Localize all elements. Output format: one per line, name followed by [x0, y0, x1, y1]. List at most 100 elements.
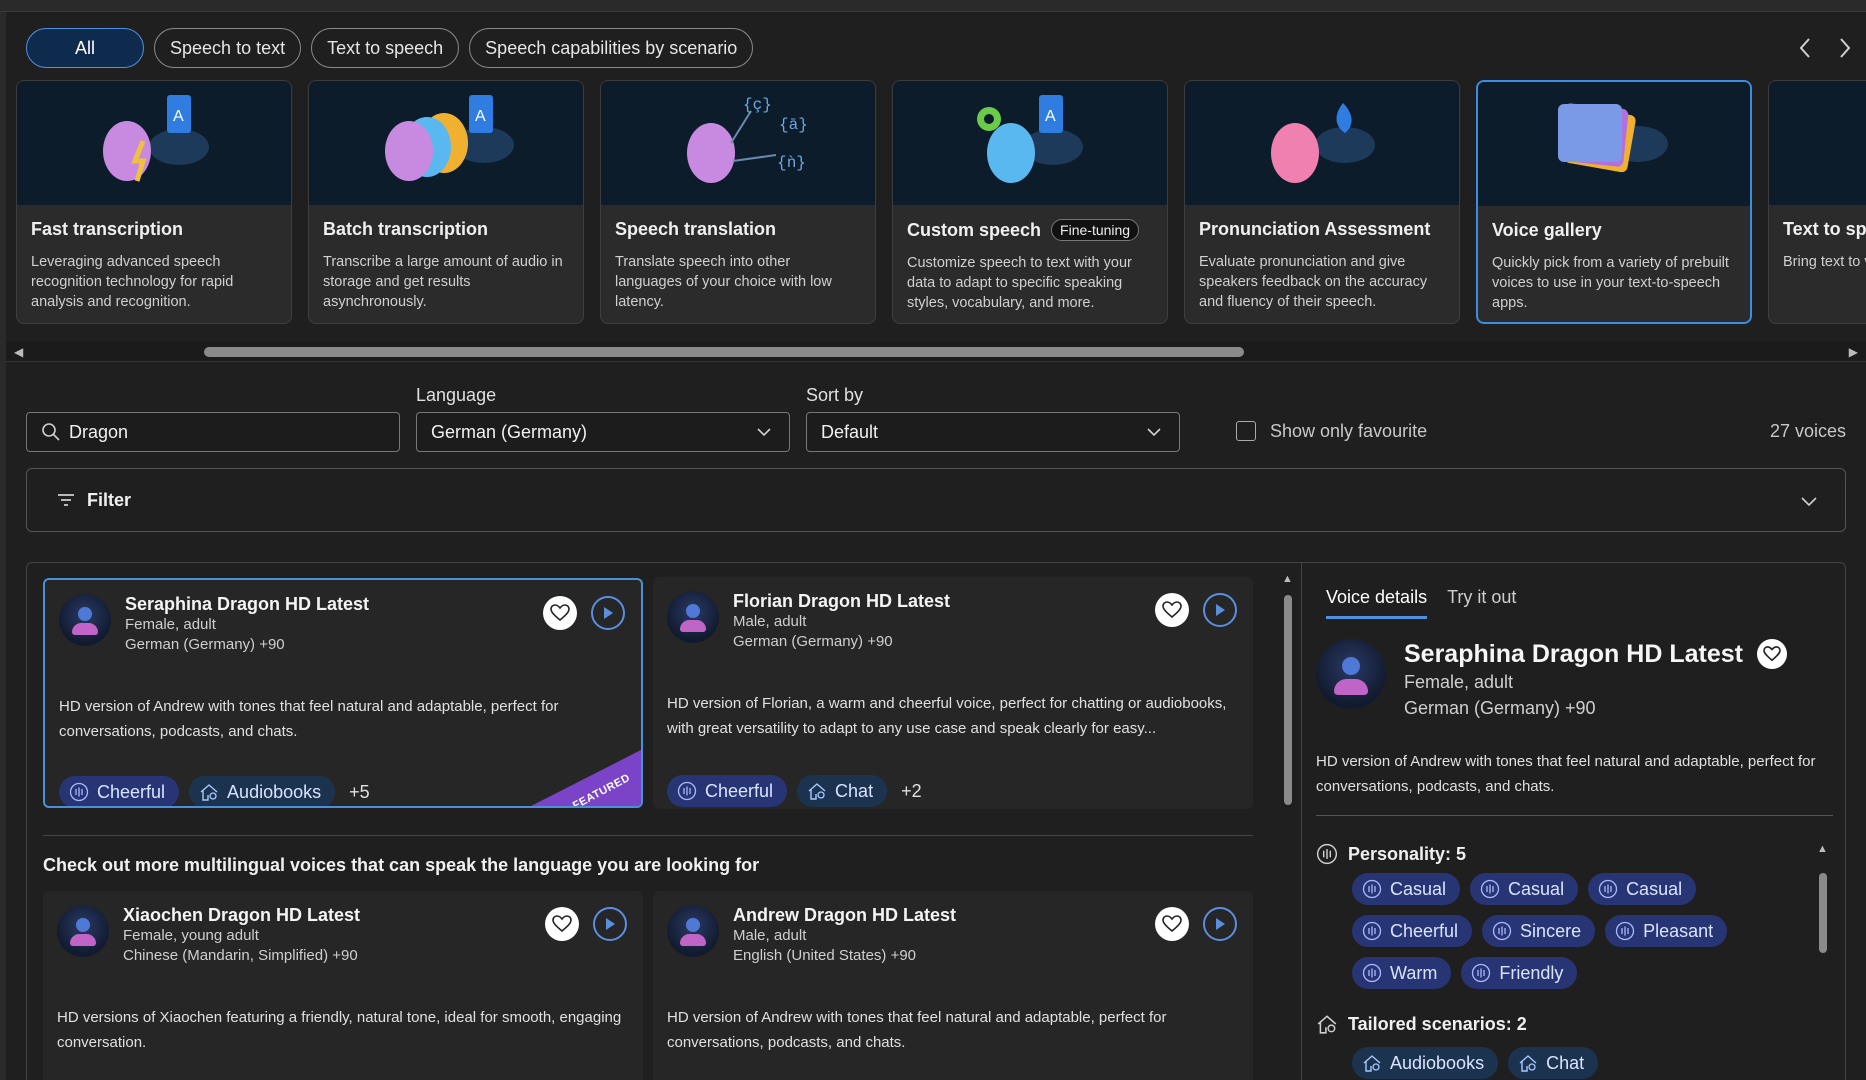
- scenario-pill[interactable]: Chat: [1508, 1047, 1599, 1079]
- tag-pill[interactable]: Cheerful: [667, 775, 788, 807]
- scenario-illustration: A: [309, 81, 583, 205]
- personality-pill[interactable]: Casual: [1588, 873, 1697, 905]
- favourite-label[interactable]: Show only favourite: [1270, 421, 1427, 442]
- scrollbar-thumb[interactable]: [204, 347, 1244, 357]
- tag-label: Chat: [835, 780, 874, 801]
- scrollbar-thumb[interactable]: [1819, 873, 1827, 953]
- scenarios-heading: Tailored scenarios: 2: [1316, 1013, 1527, 1035]
- tab-speech-to-text[interactable]: Speech to text: [154, 28, 302, 68]
- play-button[interactable]: [1203, 907, 1237, 941]
- scenario-card-voice-gallery[interactable]: Voice gallery Quickly pick from a variet…: [1476, 80, 1752, 324]
- scroll-right-icon[interactable]: ▶: [1849, 345, 1858, 359]
- scenario-card-text-to-speech[interactable]: Text to spe Bring text to voices and p a…: [1768, 80, 1866, 324]
- filter-expander[interactable]: Filter: [26, 468, 1846, 532]
- svg-text:{ç}: {ç}: [743, 96, 772, 114]
- scenario-title: Pronunciation Assessment: [1199, 219, 1431, 239]
- personality-pill[interactable]: Cheerful: [1352, 915, 1473, 947]
- language-select[interactable]: German (Germany): [416, 412, 790, 452]
- scenario-title: Text to spe: [1783, 219, 1866, 239]
- tag-pill[interactable]: Cheerful: [59, 776, 180, 806]
- details-gender: Female, adult: [1404, 672, 1514, 692]
- voice-card-xiaochen[interactable]: Xiaochen Dragon HD Latest Female, young …: [43, 891, 643, 1080]
- voice-actions: [1155, 907, 1237, 941]
- carousel-scrollbar[interactable]: ◀ ▶: [6, 342, 1866, 362]
- favourite-button[interactable]: [1155, 593, 1189, 627]
- scenario-desc: Quickly pick from a variety of prebuilt …: [1492, 255, 1729, 311]
- chevron-down-icon: [1147, 428, 1161, 437]
- personality-pill[interactable]: Pleasant: [1605, 915, 1728, 947]
- personality-pill[interactable]: Casual: [1352, 873, 1461, 905]
- details-tabs: Voice details Try it out: [1326, 587, 1516, 619]
- voice-tags: Cheerful Audiobooks +5: [59, 776, 370, 806]
- favourite-checkbox[interactable]: [1236, 421, 1256, 441]
- personality-pill[interactable]: Casual: [1470, 873, 1579, 905]
- voice-gender: Female, young adult: [123, 927, 259, 944]
- carousel-next-button[interactable]: [1832, 30, 1858, 66]
- scenario-card-fast-transcription[interactable]: A Fast transcription Leveraging advanced…: [16, 80, 292, 324]
- pill-label: Sincere: [1520, 920, 1582, 941]
- pill-label: Pleasant: [1643, 920, 1714, 941]
- favourite-button[interactable]: [1756, 639, 1787, 669]
- scroll-left-icon[interactable]: ◀: [14, 345, 23, 359]
- more-tags-count[interactable]: +5: [349, 782, 370, 803]
- sort-select[interactable]: Default: [806, 412, 1180, 452]
- tag-label: Cheerful: [97, 781, 166, 802]
- voice-card-andrew[interactable]: Andrew Dragon HD Latest Male, adult Engl…: [653, 891, 1253, 1080]
- voice-card-seraphina[interactable]: Seraphina Dragon HD Latest Female, adult…: [43, 578, 643, 808]
- pill-label: Chat: [1546, 1052, 1585, 1073]
- scroll-up-icon[interactable]: ▲: [1282, 573, 1293, 585]
- scenario-house-icon: [1317, 1015, 1337, 1034]
- personality-pill[interactable]: Warm: [1352, 957, 1452, 989]
- scrollbar-thumb[interactable]: [1284, 595, 1292, 805]
- voice-card-florian[interactable]: Florian Dragon HD Latest Male, adult Ger…: [653, 577, 1253, 809]
- chevron-left-icon: [1799, 38, 1810, 58]
- tab-try-it-out[interactable]: Try it out: [1447, 587, 1516, 619]
- sound-wave-icon: [1480, 879, 1500, 899]
- personality-pill[interactable]: Friendly: [1461, 957, 1578, 989]
- tab-voice-details[interactable]: Voice details: [1326, 587, 1428, 619]
- voice-description: HD version of Florian, a warm and cheerf…: [667, 695, 1227, 737]
- scenario-illustration: A: [17, 81, 291, 205]
- voice-details-pane: Voice details Try it out Seraphina Drago…: [1301, 563, 1845, 1080]
- favourite-button[interactable]: [1155, 907, 1189, 941]
- svg-text:A: A: [173, 108, 184, 125]
- favourite-button[interactable]: [543, 596, 577, 630]
- voice-header: Andrew Dragon HD Latest Male, adult Engl…: [667, 905, 956, 966]
- tag-pill[interactable]: Audiobooks: [189, 776, 336, 806]
- heart-icon: [550, 604, 570, 622]
- play-button[interactable]: [1203, 593, 1237, 627]
- scroll-up-icon[interactable]: ▲: [1817, 843, 1828, 855]
- scenario-card-custom-speech[interactable]: A Custom speech Fine-tuning Customize sp…: [892, 80, 1168, 324]
- scenario-desc: Leveraging advanced speech recognition t…: [31, 254, 234, 310]
- personality-pill[interactable]: Sincere: [1482, 915, 1596, 947]
- more-tags-count[interactable]: +2: [901, 781, 922, 802]
- details-description: HD version of Andrew with tones that fee…: [1316, 753, 1816, 795]
- tab-speech-capabilities[interactable]: Speech capabilities by scenario: [469, 28, 754, 68]
- left-edge: [0, 12, 6, 1080]
- scenario-card-pronunciation-assessment[interactable]: Pronunciation Assessment Evaluate pronun…: [1184, 80, 1460, 324]
- scenario-illustration: {ç} {ā} {ǹ}: [601, 81, 875, 205]
- tab-text-to-speech[interactable]: Text to speech: [311, 28, 460, 68]
- carousel-prev-button[interactable]: [1792, 30, 1818, 66]
- sound-wave-icon: [1362, 879, 1382, 899]
- play-button[interactable]: [593, 907, 627, 941]
- sound-wave-icon: [1316, 843, 1338, 865]
- sound-wave-icon: [1598, 879, 1618, 899]
- details-scrollbar[interactable]: ▲: [1814, 843, 1832, 1080]
- favourite-button[interactable]: [545, 907, 579, 941]
- pill-label: Warm: [1390, 962, 1438, 983]
- voice-info: Xiaochen Dragon HD Latest Female, young …: [123, 905, 360, 966]
- play-button[interactable]: [591, 596, 625, 630]
- pill-label: Audiobooks: [1390, 1052, 1485, 1073]
- voice-actions: [1155, 593, 1237, 627]
- results-scrollbar[interactable]: ▲: [1279, 569, 1297, 1080]
- scenario-pill[interactable]: Audiobooks: [1352, 1047, 1499, 1079]
- tab-all[interactable]: All: [26, 28, 145, 68]
- play-icon: [1216, 918, 1225, 930]
- tag-pill[interactable]: Chat: [797, 775, 888, 807]
- batch-transcription-icon: A: [385, 95, 514, 181]
- search-input[interactable]: Dragon: [26, 412, 400, 452]
- scenario-card-batch-transcription[interactable]: A Batch transcription Transcribe a large…: [308, 80, 584, 324]
- play-icon: [1216, 604, 1225, 616]
- scenario-card-speech-translation[interactable]: {ç} {ā} {ǹ} Speech translation Translate…: [600, 80, 876, 324]
